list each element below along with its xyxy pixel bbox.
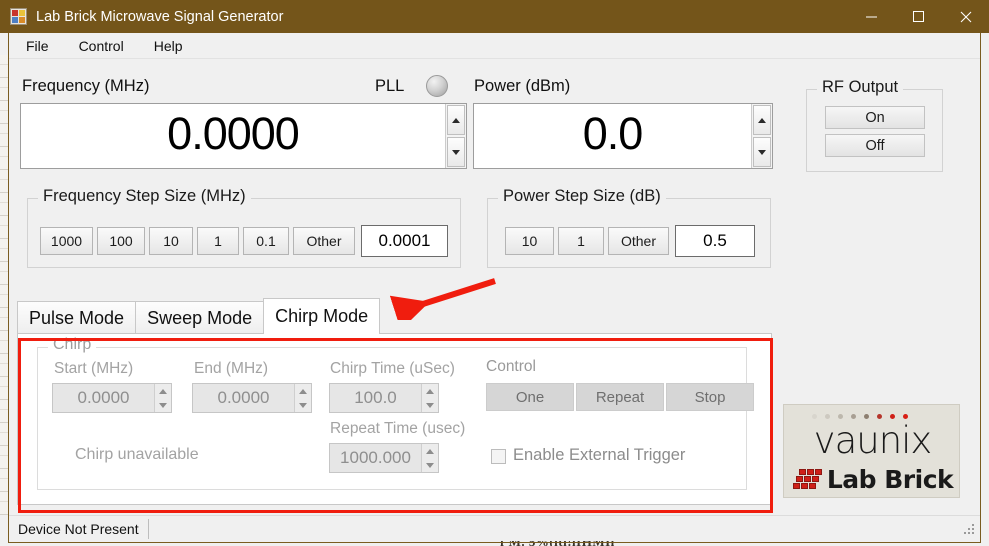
window-title: Lab Brick Microwave Signal Generator xyxy=(36,9,283,25)
rf-output-on-button[interactable]: On xyxy=(825,106,925,129)
freq-step-button-100[interactable]: 100 xyxy=(97,227,145,255)
chirp-start-label: Start (MHz) xyxy=(54,360,133,378)
chirp-control-one-button[interactable]: One xyxy=(486,383,574,411)
chirp-mode-panel: Chirp Start (MHz) 0.0000 End (MHz) 0.000… xyxy=(17,333,772,505)
chirp-time-spinner-down[interactable] xyxy=(422,398,438,412)
menu-item-control[interactable]: Control xyxy=(66,35,137,57)
chirp-end-spinner-down[interactable] xyxy=(295,398,311,412)
vaunix-brand-text: vaunix xyxy=(794,419,951,462)
window-controls xyxy=(848,0,989,33)
pll-led-indicator xyxy=(426,75,448,97)
chirp-group-title: Chirp xyxy=(48,336,96,354)
window-border-bottom xyxy=(8,542,981,543)
chirp-start-spinner[interactable] xyxy=(154,384,171,412)
power-spinner[interactable] xyxy=(751,104,772,168)
window-border-right xyxy=(980,33,981,543)
power-spinner-up[interactable] xyxy=(753,105,771,135)
maximize-button[interactable] xyxy=(895,0,942,33)
power-label: Power (dBm) xyxy=(474,77,570,96)
chirp-repeat-time-spinner-down[interactable] xyxy=(422,458,438,472)
lab-brick-text: Lab Brick xyxy=(827,465,953,494)
lab-brick-logo: Lab Brick xyxy=(792,465,954,494)
power-input[interactable]: 0.0 xyxy=(473,103,773,169)
chirp-end-value: 0.0000 xyxy=(193,384,294,412)
title-bar: Lab Brick Microwave Signal Generator xyxy=(0,0,989,33)
power-step-size-title: Power Step Size (dB) xyxy=(498,187,666,206)
chirp-time-spinner-up[interactable] xyxy=(422,384,438,398)
vaunix-logo: vaunix Lab Brick xyxy=(783,404,960,498)
chirp-unavailable-text: Chirp unavailable xyxy=(75,446,199,464)
chirp-control-label: Control xyxy=(486,358,536,376)
status-device-text: Device Not Present xyxy=(9,519,149,539)
power-step-button-1[interactable]: 1 xyxy=(558,227,604,255)
menu-item-help[interactable]: Help xyxy=(141,35,196,57)
chirp-repeat-time-label: Repeat Time (usec) xyxy=(330,420,465,438)
chirp-repeat-time-value: 1000.000 xyxy=(330,444,421,472)
freq-step-value-input[interactable]: 0.0001 xyxy=(361,225,448,257)
freq-step-button-other[interactable]: Other xyxy=(293,227,355,255)
chirp-control-stop-button[interactable]: Stop xyxy=(666,383,754,411)
app-icon xyxy=(10,8,27,25)
freq-step-button-10[interactable]: 10 xyxy=(149,227,193,255)
freq-step-button-1[interactable]: 1 xyxy=(197,227,239,255)
resize-grip[interactable] xyxy=(962,524,976,538)
power-step-button-10[interactable]: 10 xyxy=(505,227,554,255)
tab-sweep-mode[interactable]: Sweep Mode xyxy=(135,301,264,334)
chirp-end-spinner-up[interactable] xyxy=(295,384,311,398)
brick-icon xyxy=(793,469,823,490)
application-window: f M. 5%(iti!iIHMIı Lab Brick Microwave S… xyxy=(0,0,989,546)
freq-step-button-1000[interactable]: 1000 xyxy=(40,227,93,255)
frequency-label: Frequency (MHz) xyxy=(22,77,149,96)
chirp-end-spinner[interactable] xyxy=(294,384,311,412)
rf-output-off-button[interactable]: Off xyxy=(825,134,925,157)
frequency-spinner[interactable] xyxy=(445,104,466,168)
frequency-step-size-group: Frequency Step Size (MHz) 1000 100 10 1 … xyxy=(27,198,461,268)
status-bar: Device Not Present xyxy=(9,515,980,541)
power-step-value-input[interactable]: 0.5 xyxy=(675,225,755,257)
chirp-start-input[interactable]: 0.0000 xyxy=(52,383,172,413)
chirp-repeat-time-spinner[interactable] xyxy=(421,444,438,472)
menu-item-file[interactable]: File xyxy=(13,35,62,57)
freq-step-button-0.1[interactable]: 0.1 xyxy=(243,227,289,255)
power-value: 0.0 xyxy=(474,104,751,168)
chirp-end-label: End (MHz) xyxy=(194,360,268,378)
enable-external-trigger-label: Enable External Trigger xyxy=(513,446,685,465)
chirp-time-input[interactable]: 100.0 xyxy=(329,383,439,413)
frequency-spinner-up[interactable] xyxy=(447,105,465,135)
chirp-repeat-time-input[interactable]: 1000.000 xyxy=(329,443,439,473)
rf-output-group: RF Output On Off xyxy=(806,89,943,172)
chirp-time-label: Chirp Time (uSec) xyxy=(330,360,455,378)
frequency-input[interactable]: 0.0000 xyxy=(20,103,467,169)
frequency-spinner-down[interactable] xyxy=(447,137,465,167)
chirp-group: Chirp Start (MHz) 0.0000 End (MHz) 0.000… xyxy=(37,347,747,490)
chirp-repeat-time-spinner-up[interactable] xyxy=(422,444,438,458)
chirp-time-value: 100.0 xyxy=(330,384,421,412)
tab-chirp-mode[interactable]: Chirp Mode xyxy=(263,298,380,334)
close-button[interactable] xyxy=(942,0,989,33)
power-spinner-down[interactable] xyxy=(753,137,771,167)
chirp-end-input[interactable]: 0.0000 xyxy=(192,383,312,413)
mode-tabs: Pulse Mode Sweep Mode Chirp Mode xyxy=(17,298,772,334)
power-step-button-other[interactable]: Other xyxy=(608,227,669,255)
power-step-size-group: Power Step Size (dB) 10 1 Other 0.5 xyxy=(487,198,771,268)
rf-output-title: RF Output xyxy=(817,78,903,97)
pll-label: PLL xyxy=(375,77,404,96)
chirp-start-spinner-down[interactable] xyxy=(155,398,171,412)
minimize-button[interactable] xyxy=(848,0,895,33)
enable-external-trigger-checkbox[interactable] xyxy=(491,449,506,464)
chirp-start-spinner-up[interactable] xyxy=(155,384,171,398)
chirp-time-spinner[interactable] xyxy=(421,384,438,412)
chirp-start-value: 0.0000 xyxy=(53,384,154,412)
frequency-step-size-title: Frequency Step Size (MHz) xyxy=(38,187,251,206)
frequency-value: 0.0000 xyxy=(21,104,445,168)
tab-pulse-mode[interactable]: Pulse Mode xyxy=(17,301,136,334)
menu-bar: File Control Help xyxy=(9,33,980,59)
chirp-control-repeat-button[interactable]: Repeat xyxy=(576,383,664,411)
